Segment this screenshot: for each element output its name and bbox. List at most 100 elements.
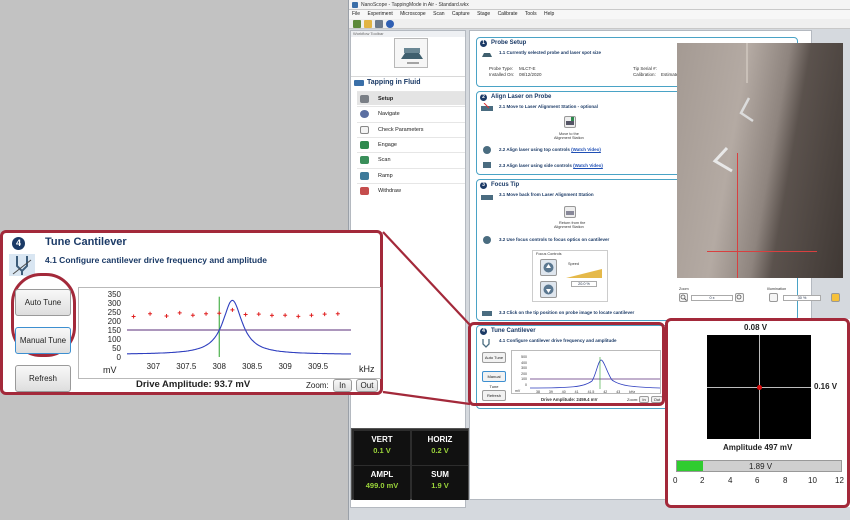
refresh-button[interactable]: Refresh xyxy=(15,365,71,392)
menu-calibrate[interactable]: Calibrate xyxy=(498,11,518,17)
y-tick-label: 50 xyxy=(112,344,121,353)
magnifier-icon xyxy=(680,294,687,301)
menu-scan[interactable]: Scan xyxy=(433,11,444,17)
focus-controls-icon xyxy=(483,236,491,244)
focus-down-button[interactable] xyxy=(540,281,557,298)
zoom-out-button[interactable] xyxy=(735,293,744,302)
focus-controls-box: Focus Controls Speed 20.0 % xyxy=(532,250,608,302)
zoom-out-button[interactable]: Out xyxy=(356,379,378,392)
target-point xyxy=(269,313,274,318)
target-point xyxy=(296,314,301,319)
speed-slider[interactable] xyxy=(566,267,604,279)
menu-help[interactable]: Help xyxy=(544,11,554,17)
card-title-text: Probe Setup xyxy=(491,40,527,46)
y-tick-label: 250 xyxy=(108,308,122,317)
zoom-value[interactable]: 0 x xyxy=(691,295,733,301)
speed-label: Speed xyxy=(568,262,579,266)
signal-meters: VERT 0.1 V HORIZ 0.2 V AMPL 499.0 mV SUM 1.9… xyxy=(351,428,469,500)
y-tick-label: 350 xyxy=(108,290,122,299)
sidebar-item-label: Withdraw xyxy=(378,188,401,194)
sidebar-item-ramp[interactable]: Ramp xyxy=(357,168,465,182)
speed-value[interactable]: 20.0 % xyxy=(571,281,597,287)
tune-subtitle: 4.1 Configure cantilever drive frequency… xyxy=(45,255,268,265)
x-tick-label: 308.5 xyxy=(242,362,263,371)
menu-tools[interactable]: Tools xyxy=(525,11,537,17)
magnifier-icon xyxy=(736,294,742,300)
sidebar-item-setup[interactable]: Setup xyxy=(357,91,465,105)
move-to-alignment-station-button[interactable] xyxy=(564,116,576,128)
probe-holder-icon xyxy=(401,48,423,64)
setup-icon xyxy=(360,95,369,103)
watch-video-link[interactable]: (Watch Video) xyxy=(571,147,601,152)
top-controls-icon xyxy=(483,146,491,154)
menu-microscope[interactable]: Microscope xyxy=(400,11,426,17)
step-number: 1 xyxy=(480,40,487,47)
card-title: 2 Align Laser on Probe xyxy=(480,94,551,101)
workflow-toolbar-label: Workflow Toolbar xyxy=(351,31,465,37)
menu-capture[interactable]: Capture xyxy=(452,11,470,17)
sidebar-item-label: Check Parameters xyxy=(378,127,424,133)
zoom-label: Zoom xyxy=(679,287,689,291)
sidebar-item-label: Setup xyxy=(378,96,394,102)
target-point xyxy=(164,313,169,318)
sidebar-item-check-parameters[interactable]: Check Parameters xyxy=(357,122,465,136)
open-folder-icon[interactable] xyxy=(364,20,372,28)
horiz-meter: HORIZ 0.2 V xyxy=(412,431,468,465)
scan-icon xyxy=(360,156,369,164)
return-from-station-button[interactable] xyxy=(564,206,576,218)
target-point xyxy=(322,312,327,317)
y-tick-label: 0 xyxy=(117,353,122,362)
sidebar-item-withdraw[interactable]: Withdraw xyxy=(357,183,465,197)
target-point xyxy=(243,312,248,317)
illumination-label: Illumination xyxy=(767,287,787,291)
menu-file[interactable]: File xyxy=(352,11,360,17)
menu-stage[interactable]: Stage xyxy=(477,11,490,17)
zoom-in-button[interactable]: In xyxy=(333,379,352,392)
illumination-down-button[interactable] xyxy=(769,293,778,302)
ramp-icon xyxy=(360,172,369,180)
y-tick-label: 200 xyxy=(108,317,122,326)
card-subtitle: 1.1 Currently selected probe and laser s… xyxy=(499,50,602,55)
watch-video-link[interactable]: (Watch Video) xyxy=(573,163,603,168)
x-axis-label: kHz xyxy=(359,364,375,374)
sidebar-item-engage[interactable]: Engage xyxy=(357,137,465,151)
drive-amplitude: Drive Amplitude: 93.7 mV xyxy=(136,379,251,390)
y-axis-label: mV xyxy=(103,365,117,375)
menu-bar: File Experiment Microscope Scan Capture … xyxy=(349,10,850,19)
focus-controls-label: Focus Controls xyxy=(536,252,562,256)
y-tick-label: 300 xyxy=(108,299,122,308)
probe-holder-button[interactable] xyxy=(394,38,428,68)
app-icon xyxy=(352,2,358,8)
station-caption: Alignment Station xyxy=(554,136,584,140)
probe-camera-view[interactable] xyxy=(677,43,843,278)
tapping-mode-icon xyxy=(354,80,364,86)
auto-tune-button[interactable]: Auto Tune xyxy=(15,289,71,316)
tune-highlight-box xyxy=(468,322,665,406)
crosshair-horizontal xyxy=(707,251,817,252)
light-bulb-button[interactable] xyxy=(831,293,840,302)
sidebar-item-label: Engage xyxy=(378,142,397,148)
card-title-text: Align Laser on Probe xyxy=(491,94,552,100)
sidebar-item-label: Navigate xyxy=(378,111,400,117)
x-tick-label: 308 xyxy=(213,362,227,371)
target-point xyxy=(131,314,136,319)
card-subtitle: 2.2 Align laser using top controls xyxy=(499,147,570,152)
target-point xyxy=(335,311,340,316)
card-title: 1 Probe Setup xyxy=(480,40,526,47)
sidebar-item-scan[interactable]: Scan xyxy=(357,152,465,166)
target-point xyxy=(148,311,153,316)
sidebar-item-navigate[interactable]: Navigate xyxy=(357,106,465,120)
probe-type-label: Probe Type: xyxy=(489,66,514,71)
illumination-value[interactable]: 30 % xyxy=(783,295,821,301)
card-subtitle: 3.3 Click on the tip position on probe i… xyxy=(499,310,635,315)
microscope-icon[interactable] xyxy=(353,20,361,28)
capture-icon[interactable] xyxy=(375,20,383,28)
tune-cantilever-zoom: 4 Tune Cantilever 4.1 Configure cantilev… xyxy=(0,230,383,395)
focus-up-button[interactable] xyxy=(540,259,557,276)
target-point xyxy=(283,313,288,318)
manual-tune-button[interactable]: Manual Tune xyxy=(15,327,71,354)
sidebar-item-label: Ramp xyxy=(378,173,393,179)
zoom-magnifier-button[interactable] xyxy=(679,293,688,302)
help-icon[interactable] xyxy=(386,20,394,28)
menu-experiment[interactable]: Experiment xyxy=(367,11,392,17)
